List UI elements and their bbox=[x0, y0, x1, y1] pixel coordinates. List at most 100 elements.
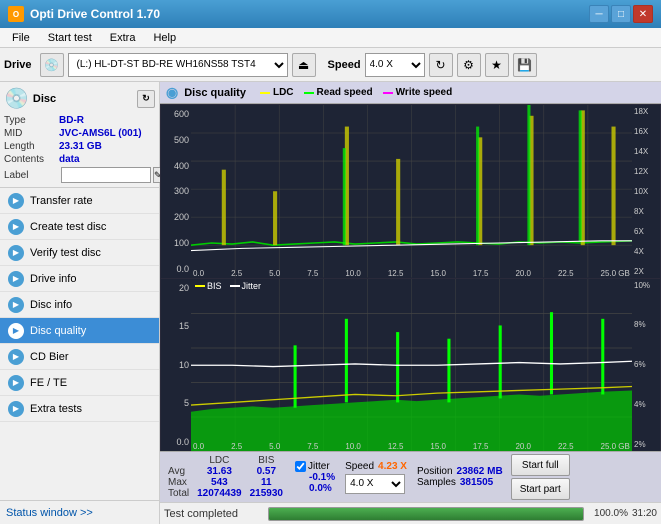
bis-dot bbox=[195, 285, 205, 287]
jitter-legend-label: Jitter bbox=[242, 281, 262, 291]
bookmark-button[interactable]: ★ bbox=[485, 53, 509, 77]
window-controls: ─ □ ✕ bbox=[589, 5, 653, 23]
ldc-label: LDC bbox=[273, 87, 294, 98]
speed-label: Speed bbox=[328, 59, 361, 71]
avg-ldc: 31.63 bbox=[193, 466, 246, 477]
position-label: Position bbox=[417, 466, 453, 477]
disc-length-row: Length 23.31 GB bbox=[4, 141, 155, 152]
progress-bar-container bbox=[268, 507, 584, 521]
max-bis: 11 bbox=[246, 477, 287, 488]
create-test-disc-icon: ▶ bbox=[8, 219, 24, 235]
disc-header: 💿 Disc ↻ bbox=[4, 86, 155, 111]
disc-label-row: Label ✎ bbox=[4, 167, 155, 183]
nav-transfer-rate[interactable]: ▶ Transfer rate bbox=[0, 188, 159, 214]
minimize-button[interactable]: ─ bbox=[589, 5, 609, 23]
disc-refresh-button[interactable]: ↻ bbox=[137, 90, 155, 108]
write-speed-dot bbox=[383, 92, 393, 94]
contents-label: Contents bbox=[4, 154, 59, 165]
disc-contents-row: Contents data bbox=[4, 154, 155, 165]
start-part-button[interactable]: Start part bbox=[511, 478, 570, 500]
jitter-avg-value: -0.1% bbox=[295, 472, 335, 483]
drive-select[interactable]: (L:) HL-DT-ST BD-RE WH16NS58 TST4 bbox=[68, 53, 288, 77]
nav-fe-te[interactable]: ▶ FE / TE bbox=[0, 370, 159, 396]
disc-section-icon: 💿 bbox=[4, 86, 29, 111]
speed-select[interactable]: 4.0 X bbox=[365, 53, 425, 77]
nav-verify-test-disc-label: Verify test disc bbox=[30, 247, 101, 259]
disc-type-row: Type BD-R bbox=[4, 115, 155, 126]
eject-button[interactable]: ⏏ bbox=[292, 53, 316, 77]
nav-fe-te-label: FE / TE bbox=[30, 377, 67, 389]
y-axis-right-top: 18X 16X 14X 12X 10X 8X 6X 4X 2X bbox=[632, 105, 660, 278]
action-buttons: Start full Start part bbox=[511, 454, 570, 500]
disc-label-input[interactable] bbox=[61, 167, 151, 183]
bottom-chart-svg bbox=[191, 279, 632, 452]
top-chart: 600 500 400 300 200 100 0.0 bbox=[161, 105, 660, 278]
main-content: 💿 Disc ↻ Type BD-R MID JVC-AMS6L (001) L… bbox=[0, 82, 661, 524]
col-ldc: LDC bbox=[193, 455, 246, 466]
nav-verify-test-disc[interactable]: ▶ Verify test disc bbox=[0, 240, 159, 266]
legend-ldc: LDC bbox=[260, 87, 294, 98]
total-ldc: 12074439 bbox=[193, 488, 246, 499]
speed-stat-label: Speed bbox=[345, 461, 374, 472]
speed-dropdown[interactable]: 4.0 X bbox=[345, 474, 405, 494]
nav-items: ▶ Transfer rate ▶ Create test disc ▶ Ver… bbox=[0, 188, 159, 500]
status-window-label: Status window >> bbox=[6, 507, 93, 519]
nav-extra-tests[interactable]: ▶ Extra tests bbox=[0, 396, 159, 422]
total-label: Total bbox=[164, 488, 193, 499]
maximize-button[interactable]: □ bbox=[611, 5, 631, 23]
save-button[interactable]: 💾 bbox=[513, 53, 537, 77]
status-window-button[interactable]: Status window >> bbox=[0, 500, 159, 524]
speed-section: Speed 4.23 X 4.0 X bbox=[345, 461, 407, 494]
type-value: BD-R bbox=[59, 115, 84, 126]
y-axis-left-top: 600 500 400 300 200 100 0.0 bbox=[161, 105, 191, 278]
menu-extra[interactable]: Extra bbox=[102, 30, 144, 46]
close-button[interactable]: ✕ bbox=[633, 5, 653, 23]
mid-label: MID bbox=[4, 128, 59, 139]
nav-cd-bier[interactable]: ▶ CD Bier bbox=[0, 344, 159, 370]
ldc-dot bbox=[260, 92, 270, 94]
progress-bar-fill bbox=[269, 508, 583, 520]
disc-section-label: Disc bbox=[33, 93, 56, 105]
bottom-chart: BIS Jitter 20 15 10 5 0.0 bbox=[161, 279, 660, 452]
disc-panel: 💿 Disc ↻ Type BD-R MID JVC-AMS6L (001) L… bbox=[0, 82, 159, 188]
menu-help[interactable]: Help bbox=[145, 30, 184, 46]
samples-label: Samples bbox=[417, 477, 456, 488]
chart-header-icon: ◉ bbox=[166, 84, 178, 101]
start-full-button[interactable]: Start full bbox=[511, 454, 570, 476]
menu-start-test[interactable]: Start test bbox=[40, 30, 100, 46]
disc-mid-row: MID JVC-AMS6L (001) bbox=[4, 128, 155, 139]
toolbar: Drive 💿 (L:) HL-DT-ST BD-RE WH16NS58 TST… bbox=[0, 48, 661, 82]
jitter-checkbox[interactable] bbox=[295, 461, 306, 472]
nav-disc-quality[interactable]: ▶ Disc quality bbox=[0, 318, 159, 344]
cd-bier-icon: ▶ bbox=[8, 349, 24, 365]
read-speed-label: Read speed bbox=[317, 87, 373, 98]
nav-drive-info[interactable]: ▶ Drive info bbox=[0, 266, 159, 292]
refresh-button[interactable]: ↻ bbox=[429, 53, 453, 77]
chart-area: ◉ Disc quality LDC Read speed Write spee… bbox=[160, 82, 661, 524]
titlebar: O Opti Drive Control 1.70 ─ □ ✕ bbox=[0, 0, 661, 28]
disc-info-icon: ▶ bbox=[8, 297, 24, 313]
disc-icon-button[interactable]: 💿 bbox=[40, 53, 64, 77]
mid-value: JVC-AMS6L (001) bbox=[59, 128, 142, 139]
y-axis-left-bottom: 20 15 10 5 0.0 bbox=[161, 279, 191, 452]
nav-extra-tests-label: Extra tests bbox=[30, 403, 82, 415]
top-chart-svg bbox=[191, 105, 632, 278]
nav-create-test-disc[interactable]: ▶ Create test disc bbox=[0, 214, 159, 240]
settings-button[interactable]: ⚙ bbox=[457, 53, 481, 77]
nav-disc-info[interactable]: ▶ Disc info bbox=[0, 292, 159, 318]
fe-te-icon: ▶ bbox=[8, 375, 24, 391]
chart-header: ◉ Disc quality LDC Read speed Write spee… bbox=[160, 82, 661, 104]
bottom-chart-legend: BIS Jitter bbox=[195, 281, 261, 291]
bis-legend-label: BIS bbox=[207, 281, 222, 291]
disc-label-label: Label bbox=[4, 170, 59, 181]
total-bis: 215930 bbox=[246, 488, 287, 499]
avg-label: Avg bbox=[164, 466, 193, 477]
max-label: Max bbox=[164, 477, 193, 488]
speed-stat-value: 4.23 X bbox=[378, 461, 407, 472]
bottom-bar: Test completed 100.0% 31:20 bbox=[160, 502, 661, 524]
nav-create-test-disc-label: Create test disc bbox=[30, 221, 106, 233]
jitter-dot bbox=[230, 285, 240, 287]
menubar: File Start test Extra Help bbox=[0, 28, 661, 48]
menu-file[interactable]: File bbox=[4, 30, 38, 46]
titlebar-left: O Opti Drive Control 1.70 bbox=[8, 6, 160, 22]
